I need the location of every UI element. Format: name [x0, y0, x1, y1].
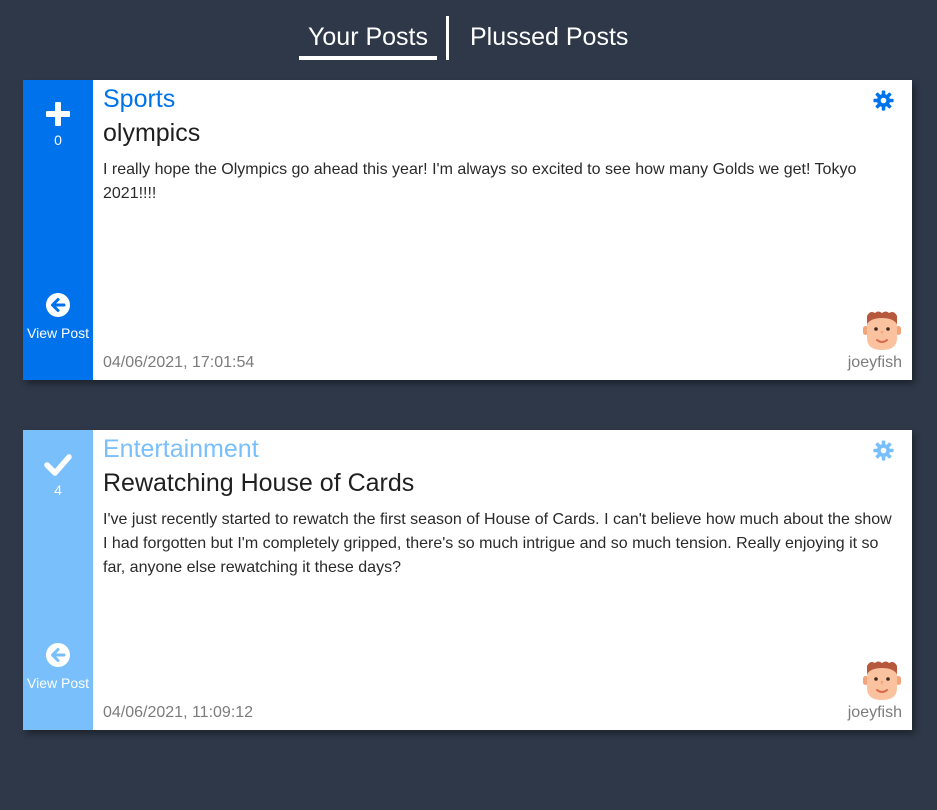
view-post-label: View Post: [27, 325, 89, 341]
post-sidebar: 0 View Post: [23, 80, 93, 380]
post-category[interactable]: Sports: [103, 85, 175, 114]
post-tabs: Your Posts Plussed Posts: [0, 0, 937, 80]
tab-your-posts[interactable]: Your Posts: [299, 20, 437, 60]
arrow-left-circle-icon: [46, 643, 70, 667]
post-title: Rewatching House of Cards: [103, 469, 415, 497]
gear-icon[interactable]: [873, 440, 894, 461]
post-body: I really hope the Olympics go ahead this…: [103, 161, 857, 202]
post-timestamp: 04/06/2021, 17:01:54: [103, 354, 255, 371]
post-category[interactable]: Entertainment: [103, 435, 259, 464]
plus-count: 4: [54, 482, 62, 498]
post-sidebar: 4 View Post: [23, 430, 93, 730]
view-post-label: View Post: [27, 675, 89, 691]
post-author[interactable]: joeyfish: [848, 704, 902, 722]
post-card: 0 View Post Sports olympics I really hop…: [23, 80, 912, 380]
post-author[interactable]: joeyfish: [848, 354, 902, 372]
arrow-left-circle-icon: [46, 293, 70, 317]
check-icon[interactable]: [44, 450, 72, 478]
view-post-button[interactable]: View Post: [23, 642, 93, 691]
tab-plussed-posts[interactable]: Plussed Posts: [470, 20, 630, 60]
avatar-icon: [863, 311, 901, 350]
avatar-icon: [863, 661, 901, 700]
tab-divider: [446, 16, 449, 60]
plus-icon[interactable]: [44, 100, 72, 128]
gear-icon[interactable]: [873, 90, 894, 111]
view-post-button[interactable]: View Post: [23, 292, 93, 341]
post-card: 4 View Post Entertainment Rewatching Hou…: [23, 430, 912, 730]
post-title: olympics: [103, 119, 201, 147]
plus-count: 0: [54, 132, 62, 148]
post-body: I've just recently started to rewatch th…: [103, 511, 892, 576]
post-timestamp: 04/06/2021, 11:09:12: [103, 704, 254, 721]
